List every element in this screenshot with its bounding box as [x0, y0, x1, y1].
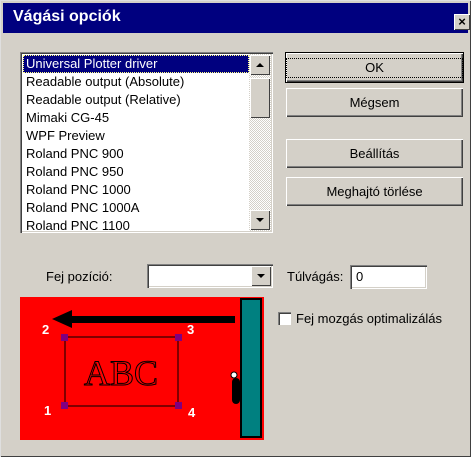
window-title: Vágási opciók [13, 8, 121, 25]
settings-button[interactable]: Beállítás [286, 139, 463, 168]
list-item[interactable]: Roland PNC 950 [23, 163, 249, 181]
list-item[interactable]: Readable output (Relative) [23, 91, 249, 109]
settings-button-label: Beállítás [349, 146, 400, 161]
ok-button[interactable]: OK [285, 52, 464, 83]
driver-list-items: Universal Plotter driver Readable output … [23, 55, 249, 233]
cancel-button-label: Mégsem [349, 95, 400, 110]
corner-marker [61, 402, 68, 409]
cancel-button[interactable]: Mégsem [286, 88, 463, 117]
delete-driver-button-label: Meghajtó törlése [326, 184, 423, 199]
list-item[interactable]: Readable output (Absolute) [23, 73, 249, 91]
cutter-head-icon [232, 378, 240, 404]
movement-arrow-shaft [70, 316, 235, 323]
scroll-up-button[interactable] [250, 55, 270, 75]
plotter-bar [240, 298, 262, 438]
triangle-down-icon [257, 274, 265, 278]
scroll-down-button[interactable] [250, 210, 270, 230]
close-icon: × [458, 14, 466, 29]
list-item[interactable]: Roland PNC 1100 [23, 217, 249, 233]
cut-preview: ABC 2 3 1 4 [20, 297, 264, 440]
overcut-value: 0 [356, 269, 364, 284]
triangle-down-icon [256, 218, 264, 222]
optimize-label: Fej mozgás optimalizálás [296, 311, 442, 326]
head-position-label: Fej pozíció: [46, 269, 113, 284]
corner-marker [175, 402, 182, 409]
ok-button-label: OK [286, 58, 463, 78]
corner-label-1: 1 [44, 403, 51, 418]
overcut-label: Túlvágás: [287, 269, 344, 284]
preview-drawing: ABC 2 3 1 4 [42, 310, 240, 420]
list-item[interactable]: WPF Preview [23, 127, 249, 145]
close-button[interactable]: × [454, 14, 470, 30]
head-position-select[interactable] [147, 264, 273, 288]
title-bar: Vágási opciók × [3, 3, 470, 33]
corner-marker [175, 334, 182, 341]
dropdown-button[interactable] [251, 266, 271, 286]
corner-marker [61, 334, 68, 341]
corner-label-4: 4 [188, 405, 196, 420]
delete-driver-button[interactable]: Meghajtó törlése [286, 177, 463, 206]
corner-label-3: 3 [187, 322, 194, 337]
list-item[interactable]: Roland PNC 1000A [23, 199, 249, 217]
list-item[interactable]: Mimaki CG-45 [23, 109, 249, 127]
optimize-checkbox[interactable] [278, 312, 291, 325]
overcut-input[interactable]: 0 [350, 265, 427, 289]
list-item[interactable]: Universal Plotter driver [23, 55, 249, 73]
triangle-up-icon [256, 63, 264, 67]
list-item[interactable]: Roland PNC 900 [23, 145, 249, 163]
arrow-left-icon [52, 310, 72, 328]
corner-label-2: 2 [42, 322, 49, 337]
driver-listbox[interactable]: Universal Plotter driver Readable output … [20, 52, 273, 233]
list-item[interactable]: Roland PNC 1000 [23, 181, 249, 199]
scroll-thumb[interactable] [250, 78, 270, 118]
head-pivot-icon [230, 371, 238, 379]
preview-abc-text: ABC [84, 353, 158, 393]
